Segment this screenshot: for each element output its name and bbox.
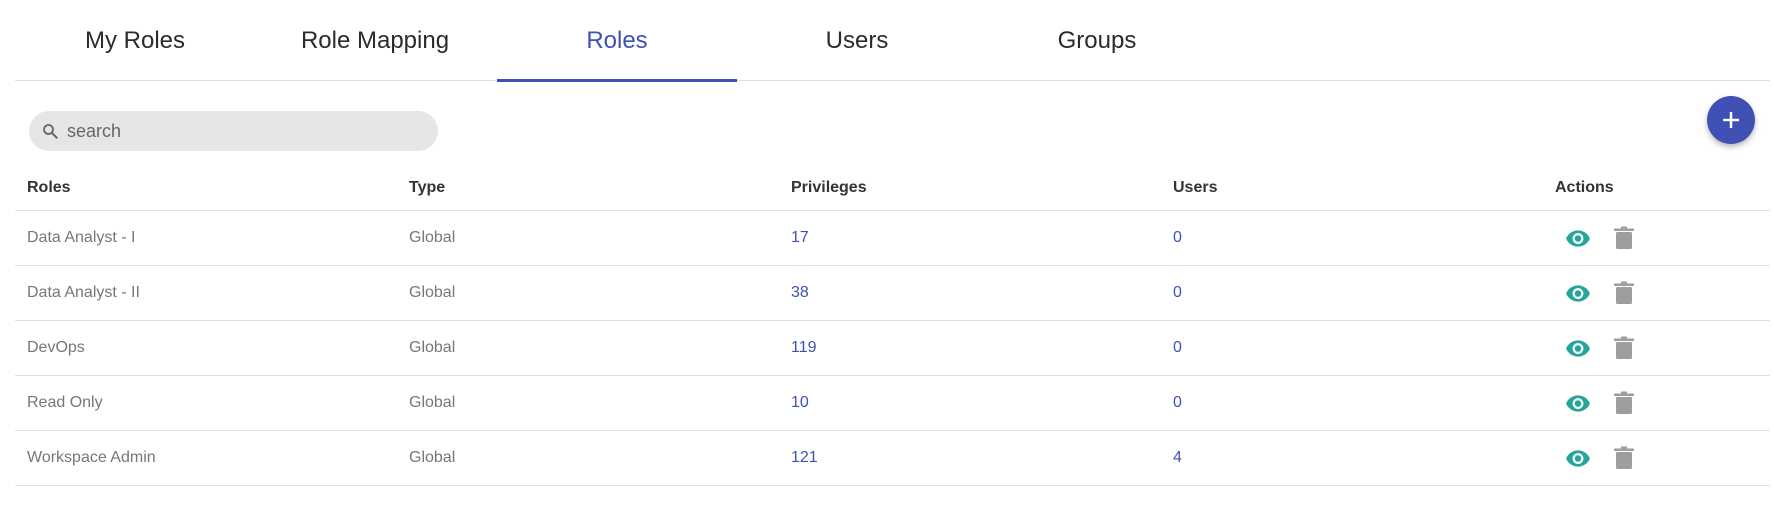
role-type: Global — [409, 339, 456, 356]
users-count-link[interactable]: 0 — [1173, 321, 1182, 375]
eye-icon[interactable] — [1565, 280, 1591, 306]
add-role-button[interactable] — [1707, 96, 1755, 144]
eye-icon[interactable] — [1565, 390, 1591, 416]
tab-role-mapping[interactable]: Role Mapping — [255, 0, 495, 81]
trash-icon[interactable] — [1611, 445, 1637, 471]
role-type: Global — [409, 394, 456, 411]
trash-icon[interactable] — [1611, 390, 1637, 416]
privileges-count-link[interactable]: 119 — [791, 321, 817, 375]
search-box[interactable] — [29, 111, 438, 151]
role-type: Global — [409, 284, 456, 301]
tab-users[interactable]: Users — [737, 0, 977, 81]
add-icon — [1723, 112, 1739, 128]
table-header: Roles Type Privileges Users Actions — [15, 166, 1770, 211]
search-input[interactable] — [67, 120, 407, 142]
users-count-link[interactable]: 4 — [1173, 431, 1182, 485]
trash-icon[interactable] — [1611, 280, 1637, 306]
tab-groups[interactable]: Groups — [977, 0, 1217, 81]
role-name: Workspace Admin — [27, 449, 156, 466]
role-name: Data Analyst - II — [27, 284, 140, 301]
privileges-count-link[interactable]: 121 — [791, 431, 818, 485]
table-row: Read Only Global 10 0 — [15, 376, 1770, 431]
tab-bar: My Roles Role Mapping Roles Users Groups — [15, 0, 1770, 82]
trash-icon[interactable] — [1611, 335, 1637, 361]
role-name: Data Analyst - I — [27, 229, 136, 246]
header-users: Users — [1173, 179, 1218, 196]
tab-my-roles[interactable]: My Roles — [15, 0, 255, 81]
privileges-count-link[interactable]: 38 — [791, 266, 809, 320]
eye-icon[interactable] — [1565, 225, 1591, 251]
privileges-count-link[interactable]: 17 — [791, 211, 809, 265]
header-actions: Actions — [1555, 179, 1614, 196]
role-type: Global — [409, 229, 456, 246]
users-count-link[interactable]: 0 — [1173, 266, 1182, 320]
tab-roles[interactable]: Roles — [497, 0, 737, 82]
users-count-link[interactable]: 0 — [1173, 211, 1182, 265]
role-name: DevOps — [27, 339, 85, 356]
privileges-count-link[interactable]: 10 — [791, 376, 809, 430]
users-count-link[interactable]: 0 — [1173, 376, 1182, 430]
header-roles: Roles — [27, 179, 71, 196]
role-type: Global — [409, 449, 456, 466]
table-row: Workspace Admin Global 121 4 — [15, 431, 1770, 486]
trash-icon[interactable] — [1611, 225, 1637, 251]
table-row: Data Analyst - II Global 38 0 — [15, 266, 1770, 321]
table-row: Data Analyst - I Global 17 0 — [15, 211, 1770, 266]
eye-icon[interactable] — [1565, 335, 1591, 361]
table-row: DevOps Global 119 0 — [15, 321, 1770, 376]
search-icon — [41, 122, 59, 140]
roles-table: Roles Type Privileges Users Actions Data… — [15, 166, 1770, 486]
eye-icon[interactable] — [1565, 445, 1591, 471]
role-name: Read Only — [27, 394, 103, 411]
header-type: Type — [409, 179, 446, 196]
header-privileges: Privileges — [791, 179, 867, 196]
roles-page: My Roles Role Mapping Roles Users Groups… — [0, 0, 1774, 517]
